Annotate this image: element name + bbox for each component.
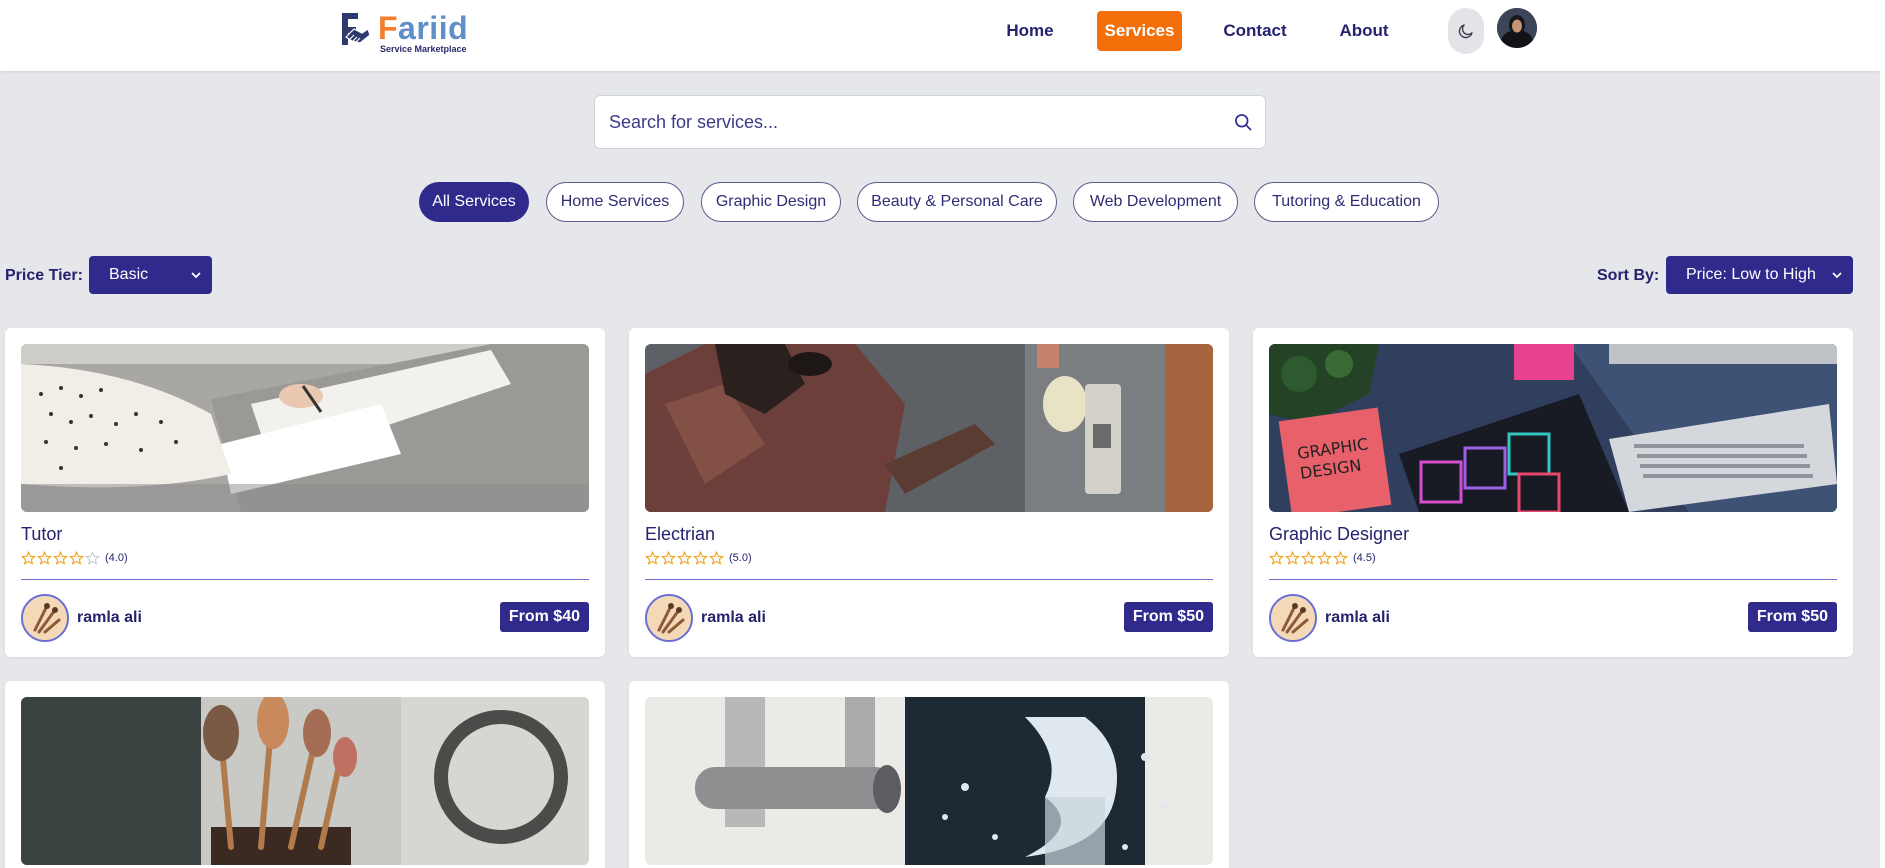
category-home-services[interactable]: Home Services bbox=[546, 182, 684, 222]
star-icon bbox=[1269, 550, 1284, 565]
seller-avatar-photo bbox=[23, 596, 67, 640]
design-desk-photo: GRAPHIC DESIGN bbox=[1269, 344, 1837, 512]
seller-avatar[interactable] bbox=[1269, 594, 1317, 642]
seller-avatar[interactable] bbox=[21, 594, 69, 642]
nav-about-link[interactable]: About bbox=[1332, 11, 1396, 51]
service-image bbox=[21, 697, 589, 865]
seller-name[interactable]: ramla ali bbox=[1325, 609, 1390, 627]
brand-name: Fariid bbox=[378, 10, 469, 46]
makeup-brushes-photo bbox=[21, 697, 589, 865]
nav-contact-link[interactable]: Contact bbox=[1218, 11, 1292, 51]
faucet-water-photo bbox=[645, 697, 1213, 865]
seller-name[interactable]: ramla ali bbox=[77, 609, 142, 627]
price-tier-select[interactable]: Basic bbox=[89, 256, 212, 294]
rating-stars: (5.0) bbox=[645, 550, 752, 566]
star-icon bbox=[1285, 550, 1300, 565]
search-input[interactable] bbox=[609, 96, 1189, 148]
moon-icon bbox=[1458, 24, 1473, 39]
search-icon[interactable] bbox=[1233, 112, 1253, 132]
rating-stars: (4.5) bbox=[1269, 550, 1376, 566]
star-icon bbox=[53, 550, 68, 565]
sort-by-value: Price: Low to High bbox=[1686, 266, 1816, 283]
user-avatar-photo bbox=[1497, 8, 1537, 48]
service-card[interactable]: Electrian (5.0) ramla ali From $50 bbox=[629, 328, 1229, 657]
nav-home-link[interactable]: Home bbox=[994, 11, 1066, 51]
star-icon bbox=[661, 550, 676, 565]
card-divider bbox=[645, 579, 1213, 580]
star-icon bbox=[645, 550, 660, 565]
service-title[interactable]: Graphic Designer bbox=[1269, 522, 1409, 546]
brand-tagline: Service Marketplace bbox=[380, 44, 467, 54]
electrician-photo bbox=[645, 344, 1213, 512]
star-icon bbox=[1301, 550, 1316, 565]
service-card[interactable] bbox=[5, 681, 605, 868]
service-image bbox=[645, 697, 1213, 865]
star-icon bbox=[709, 550, 724, 565]
seller-avatar-photo bbox=[1271, 596, 1315, 640]
tutor-writing-photo bbox=[21, 344, 589, 512]
service-card[interactable]: Tutor (4.0) ramla ali From $40 bbox=[5, 328, 605, 657]
service-image bbox=[645, 344, 1213, 512]
user-avatar[interactable] bbox=[1497, 8, 1537, 48]
rating-value: (5.0) bbox=[729, 552, 752, 564]
brand-logo[interactable]: Fariid Service Marketplace bbox=[340, 9, 480, 55]
rating-stars: (4.0) bbox=[21, 550, 128, 566]
card-divider bbox=[21, 579, 589, 580]
service-image bbox=[21, 344, 589, 512]
price-tier-label: Price Tier: bbox=[5, 267, 83, 284]
star-half-icon bbox=[1333, 550, 1348, 565]
rating-value: (4.5) bbox=[1353, 552, 1376, 564]
star-icon bbox=[69, 550, 84, 565]
nav-services-link[interactable]: Services bbox=[1097, 11, 1182, 51]
category-web-development[interactable]: Web Development bbox=[1073, 182, 1238, 222]
window-edge bbox=[1880, 0, 1885, 868]
theme-toggle-button[interactable] bbox=[1448, 8, 1484, 54]
top-navbar: Fariid Service Marketplace Home Services… bbox=[0, 0, 1880, 71]
seller-name[interactable]: ramla ali bbox=[701, 609, 766, 627]
seller-avatar-photo bbox=[647, 596, 691, 640]
chevron-down-icon bbox=[191, 272, 201, 279]
service-card[interactable]: GRAPHIC DESIGN Graphic Designer (4.5) ra… bbox=[1253, 328, 1853, 657]
seller-avatar[interactable] bbox=[645, 594, 693, 642]
service-card[interactable] bbox=[629, 681, 1229, 868]
star-icon bbox=[37, 550, 52, 565]
sort-by-label: Sort By: bbox=[1597, 267, 1660, 284]
price-badge[interactable]: From $40 bbox=[499, 602, 589, 632]
star-icon bbox=[1317, 550, 1332, 565]
price-badge[interactable]: From $50 bbox=[1747, 602, 1837, 632]
service-image: GRAPHIC DESIGN bbox=[1269, 344, 1837, 512]
sort-by-select[interactable]: Price: Low to High bbox=[1666, 256, 1853, 294]
star-icon bbox=[677, 550, 692, 565]
handshake-logo-icon bbox=[342, 13, 371, 45]
price-tier-value: Basic bbox=[109, 266, 149, 283]
rating-value: (4.0) bbox=[105, 552, 128, 564]
category-graphic-design[interactable]: Graphic Design bbox=[701, 182, 841, 222]
chevron-down-icon bbox=[1832, 272, 1842, 279]
star-icon bbox=[693, 550, 708, 565]
star-icon bbox=[21, 550, 36, 565]
category-all-services[interactable]: All Services bbox=[419, 182, 529, 222]
service-title[interactable]: Tutor bbox=[21, 522, 62, 546]
card-divider bbox=[1269, 579, 1837, 580]
category-tutoring-education[interactable]: Tutoring & Education bbox=[1254, 182, 1439, 222]
search-bar bbox=[594, 95, 1266, 149]
category-beauty-personal-care[interactable]: Beauty & Personal Care bbox=[857, 182, 1057, 222]
service-title[interactable]: Electrian bbox=[645, 522, 715, 546]
price-badge[interactable]: From $50 bbox=[1123, 602, 1213, 632]
star-empty-icon bbox=[85, 550, 100, 565]
